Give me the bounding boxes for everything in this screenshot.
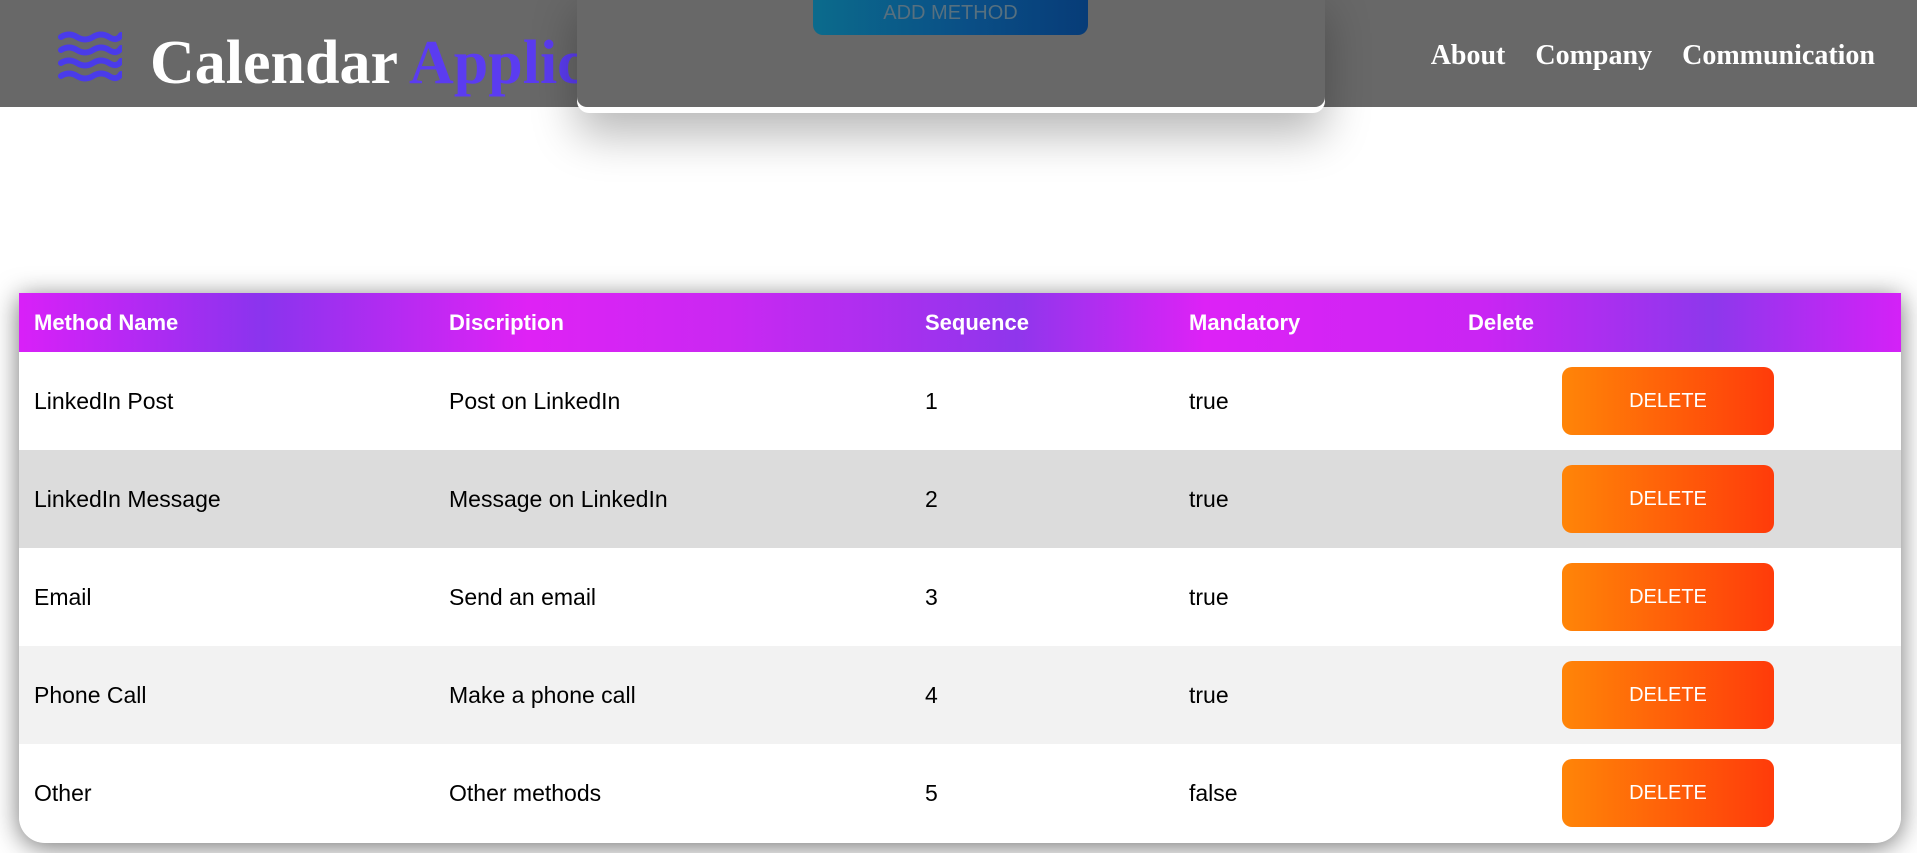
delete-button[interactable]: DELETE [1562, 759, 1774, 827]
cell-mandatory: true [1189, 681, 1229, 708]
waves-icon [58, 31, 122, 82]
nav-link-communication[interactable]: Communication [1682, 40, 1875, 72]
cell-method-name: LinkedIn Post [34, 387, 174, 414]
cell-delete: DELETE [1468, 367, 1774, 435]
cell-delete: DELETE [1468, 465, 1774, 533]
header-method-name: Method Name [34, 309, 179, 335]
cell-mandatory: false [1189, 779, 1238, 806]
cell-sequence: 1 [925, 387, 938, 414]
table-header-row: Method Name Discription Sequence Mandato… [19, 293, 1901, 352]
delete-button[interactable]: DELETE [1562, 563, 1774, 631]
table-row: LinkedIn Post Post on LinkedIn 1 true DE… [19, 352, 1901, 450]
methods-table: Method Name Discription Sequence Mandato… [19, 293, 1901, 843]
cell-method-name: LinkedIn Message [34, 485, 221, 512]
brand-primary: Calendar [150, 29, 397, 97]
add-method-button[interactable]: ADD METHOD [813, 0, 1088, 35]
delete-button[interactable]: DELETE [1562, 465, 1774, 533]
table-row: LinkedIn Message Message on LinkedIn 2 t… [19, 450, 1901, 548]
header-description: Discription [449, 309, 564, 335]
cell-mandatory: true [1189, 485, 1229, 512]
cell-method-name: Email [34, 583, 92, 610]
add-method-panel: ADD METHOD [577, 0, 1325, 113]
cell-sequence: 4 [925, 681, 938, 708]
nav-link-about[interactable]: About [1431, 40, 1506, 72]
cell-delete: DELETE [1468, 661, 1774, 729]
header-mandatory: Mandatory [1189, 309, 1301, 335]
cell-method-name: Other [34, 779, 92, 806]
table-row: Email Send an email 3 true DELETE [19, 548, 1901, 646]
delete-button[interactable]: DELETE [1562, 367, 1774, 435]
cell-mandatory: true [1189, 387, 1229, 414]
cell-description: Send an email [449, 583, 597, 610]
table-row: Other Other methods 5 false DELETE [19, 744, 1901, 842]
cell-description: Message on LinkedIn [449, 485, 668, 512]
table-row: Phone Call Make a phone call 4 true DELE… [19, 646, 1901, 744]
delete-button[interactable]: DELETE [1562, 661, 1774, 729]
cell-mandatory: true [1189, 583, 1229, 610]
cell-delete: DELETE [1468, 563, 1774, 631]
header-sequence: Sequence [925, 309, 1029, 335]
cell-delete: DELETE [1468, 759, 1774, 827]
cell-sequence: 5 [925, 779, 938, 806]
cell-sequence: 3 [925, 583, 938, 610]
nav-link-company[interactable]: Company [1535, 40, 1652, 72]
cell-sequence: 2 [925, 485, 938, 512]
header-delete: Delete [1468, 309, 1535, 335]
nav-links: About Company Communication [1431, 40, 1875, 72]
cell-description: Post on LinkedIn [449, 387, 621, 414]
cell-description: Make a phone call [449, 681, 636, 708]
cell-method-name: Phone Call [34, 681, 147, 708]
cell-description: Other methods [449, 779, 602, 806]
